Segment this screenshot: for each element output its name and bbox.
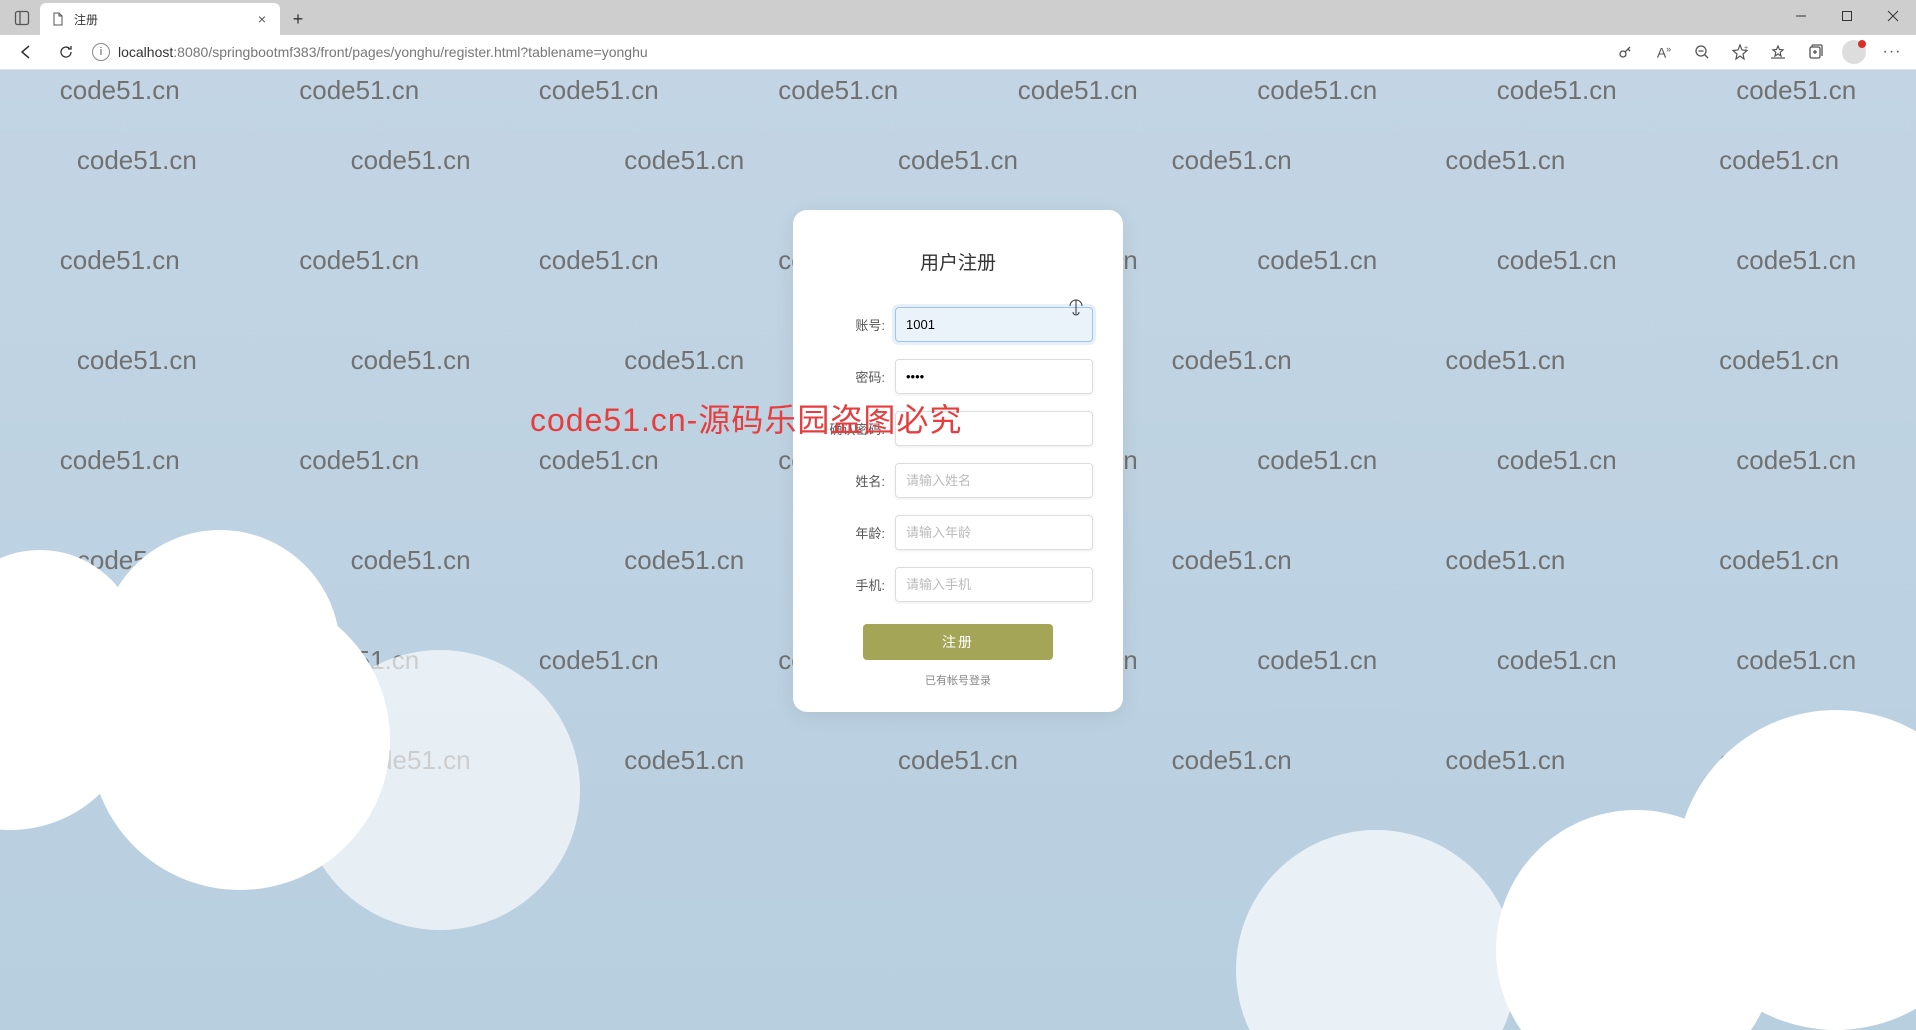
back-button[interactable] [12,38,40,66]
browser-tab[interactable]: 注册 × [40,3,280,35]
new-tab-button[interactable]: + [284,5,312,33]
key-icon[interactable] [1614,40,1638,64]
name-input[interactable] [895,463,1093,498]
window-controls [1778,0,1916,32]
profile-icon[interactable] [1842,40,1866,64]
close-icon[interactable]: × [254,11,270,27]
confirm-password-row: 确认密码: [823,411,1093,446]
cloud-decoration [300,650,580,930]
age-row: 年龄: [823,515,1093,550]
confirm-password-input[interactable] [895,411,1093,446]
toolbar-icons: A» + ··· [1614,40,1904,64]
favorites-bar-icon[interactable] [1766,40,1790,64]
maximize-button[interactable] [1824,0,1870,32]
register-card: 用户注册 账号: 密码: 确认密码: 姓名: 年龄: 手机: [793,210,1123,712]
tab-bar: 注册 × + [0,0,1916,35]
phone-row: 手机: [823,567,1093,602]
address-bar[interactable]: i localhost:8080/springbootmf383/front/p… [92,38,1602,66]
page-content: code51.cncode51.cncode51.cncode51.cncode… [0,70,1916,1030]
phone-label: 手机: [823,575,895,594]
password-label: 密码: [823,367,895,386]
cloud-decoration [1236,830,1516,1030]
password-row: 密码: [823,359,1093,394]
password-input[interactable] [895,359,1093,394]
url-text: localhost:8080/springbootmf383/front/pag… [118,44,648,60]
close-window-button[interactable] [1870,0,1916,32]
name-label: 姓名: [823,471,895,490]
svg-text:+: + [1744,45,1748,52]
register-button[interactable]: 注册 [863,624,1053,660]
tab-actions-icon[interactable] [8,4,36,32]
login-link[interactable]: 已有帐号登录 [823,672,1093,688]
tab-title: 注册 [74,11,246,28]
minimize-button[interactable] [1778,0,1824,32]
favorites-icon[interactable]: + [1728,40,1752,64]
read-aloud-icon[interactable]: A» [1652,40,1676,64]
account-input[interactable] [895,307,1093,342]
register-title: 用户注册 [823,248,1093,275]
watermark-row: code51.cncode51.cncode51.cncode51.cncode… [0,75,1916,106]
account-label: 账号: [823,315,895,334]
browser-chrome: 注册 × + i localhost:8080/springbootmf3 [0,0,1916,70]
phone-input[interactable] [895,567,1093,602]
refresh-button[interactable] [52,38,80,66]
info-icon[interactable]: i [92,43,110,61]
file-icon [50,11,66,27]
watermark-row: code51.cncode51.cncode51.cncode51.cncode… [0,145,1916,176]
collections-icon[interactable] [1804,40,1828,64]
age-label: 年龄: [823,523,895,542]
confirm-password-label: 确认密码: [823,419,895,438]
name-row: 姓名: [823,463,1093,498]
menu-icon[interactable]: ··· [1880,40,1904,64]
address-bar-row: i localhost:8080/springbootmf383/front/p… [0,35,1916,70]
account-row: 账号: [823,307,1093,342]
age-input[interactable] [895,515,1093,550]
zoom-icon[interactable] [1690,40,1714,64]
